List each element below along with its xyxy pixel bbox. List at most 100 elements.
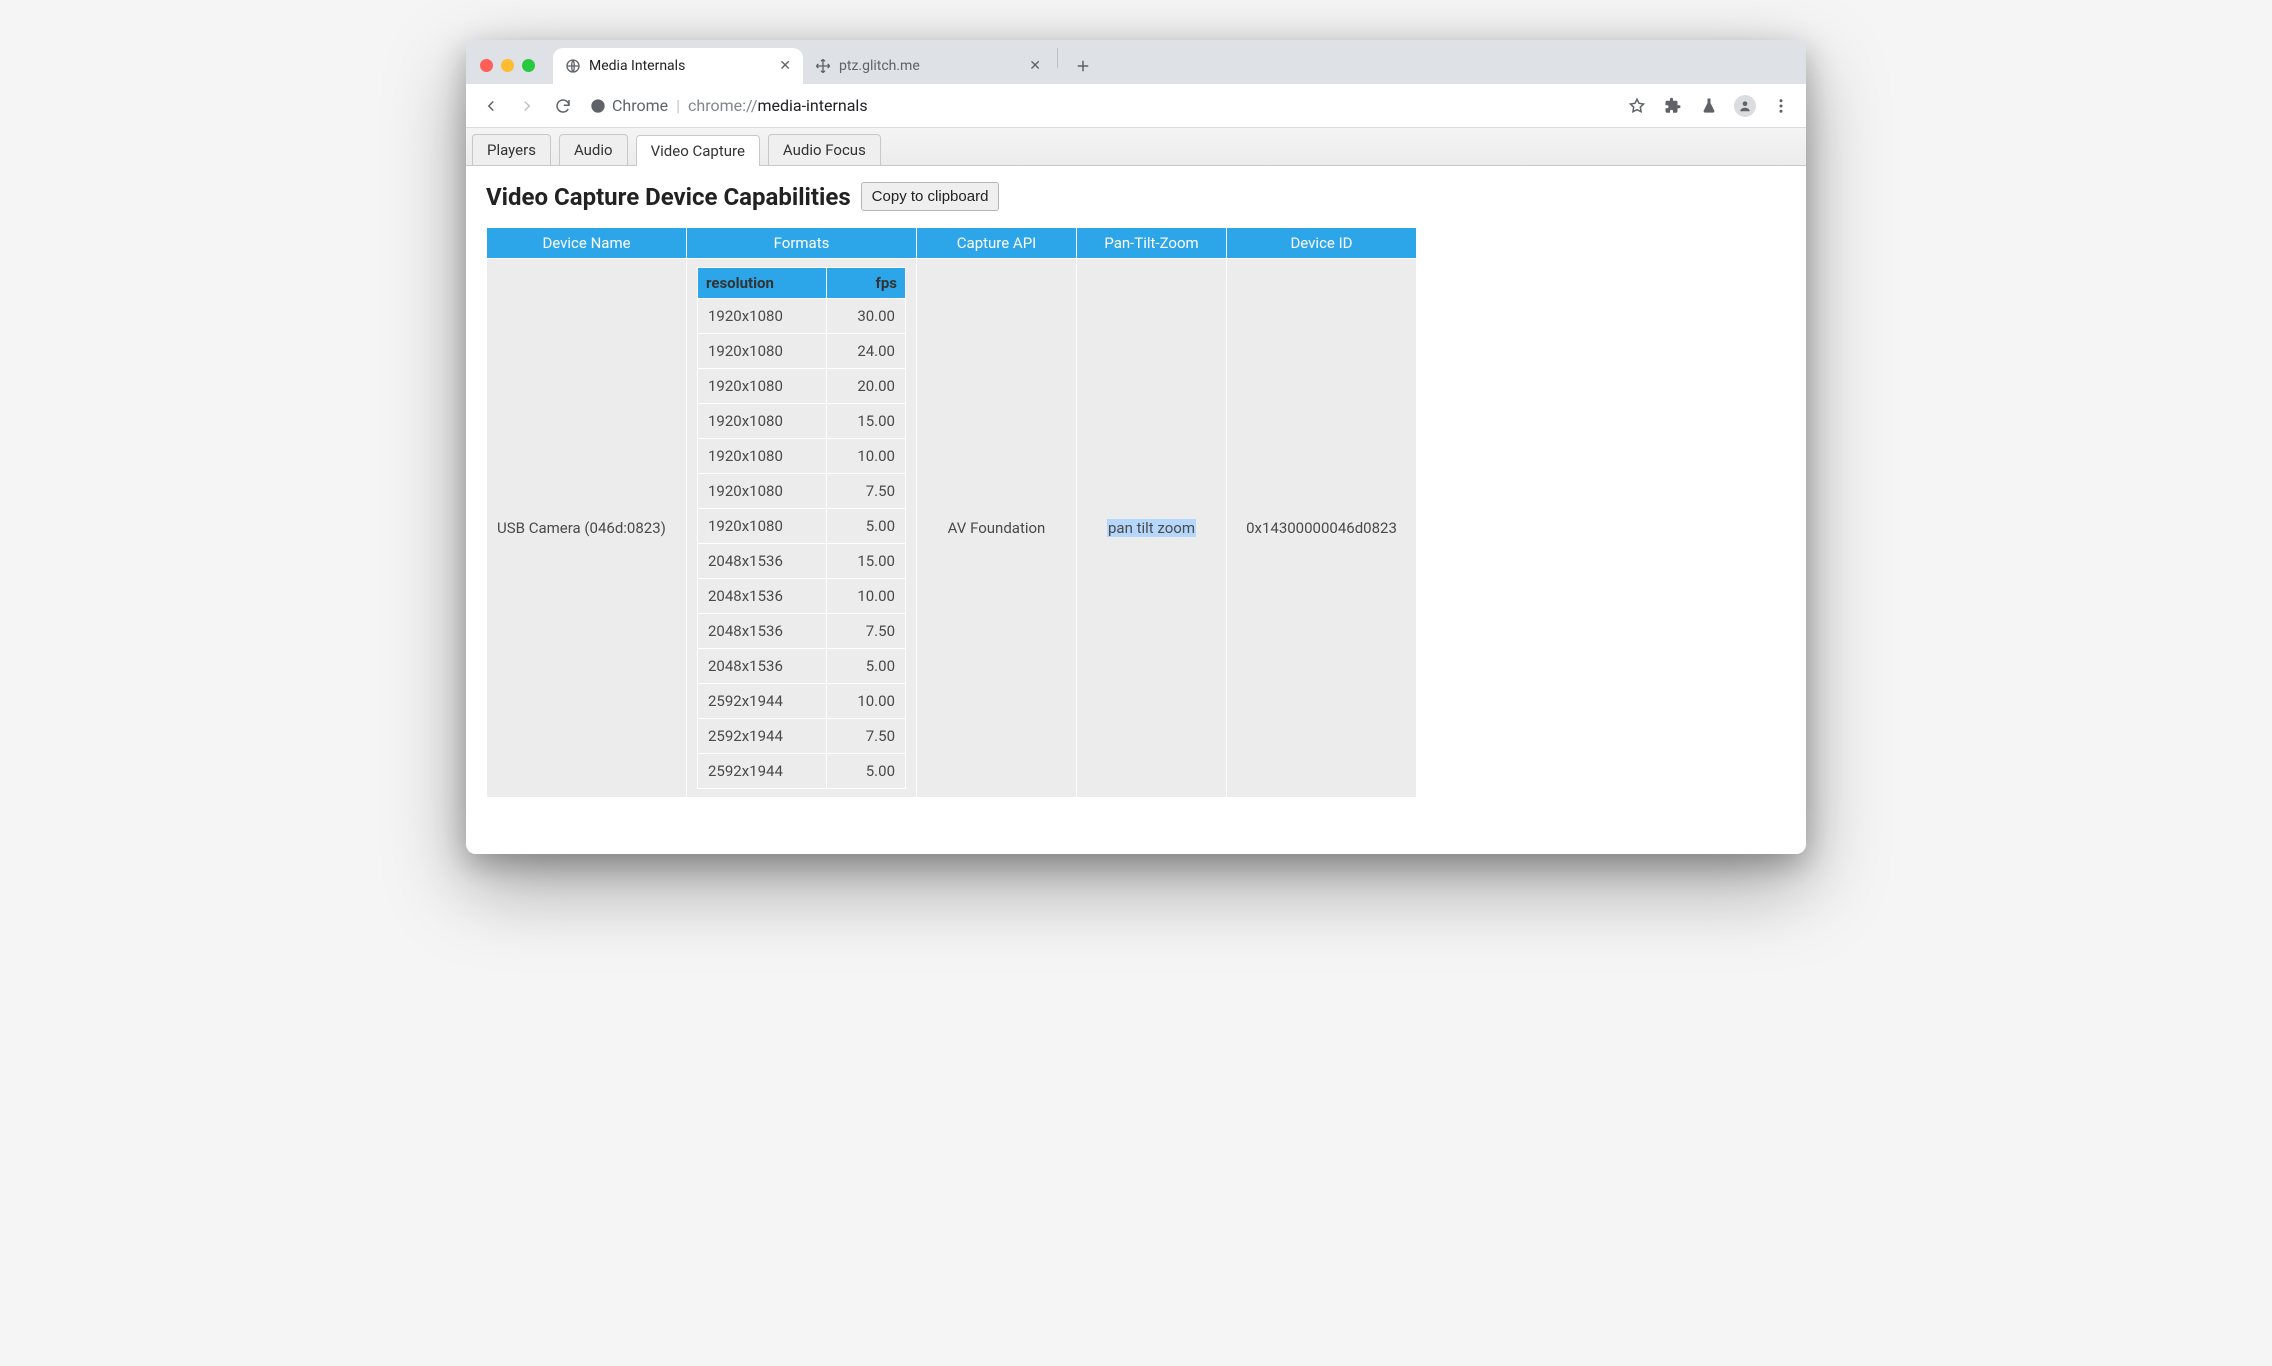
bookmark-star-icon[interactable]	[1622, 91, 1652, 121]
format-fps: 20.00	[827, 369, 906, 404]
capabilities-table: Device Name Formats Capture API Pan-Tilt…	[486, 227, 1417, 798]
formats-inner-table: resolution fps 1920x108030.001920x108024…	[697, 267, 906, 789]
format-row: 1920x108020.00	[698, 369, 906, 404]
format-fps: 10.00	[827, 579, 906, 614]
format-resolution: 1920x1080	[698, 369, 827, 404]
format-row: 2048x15365.00	[698, 649, 906, 684]
close-tab-icon[interactable]: ✕	[779, 58, 791, 74]
separator: |	[676, 96, 680, 115]
kebab-menu-icon[interactable]	[1766, 91, 1796, 121]
col-device-id[interactable]: Device ID	[1227, 228, 1417, 259]
window-controls	[480, 59, 535, 72]
tab-audio[interactable]: Audio	[559, 134, 628, 165]
format-fps: 7.50	[827, 719, 906, 754]
format-resolution: 2592x1944	[698, 719, 827, 754]
device-row: USB Camera (046d:0823) resolution fps 19…	[487, 259, 1417, 798]
page-heading: Video Capture Device Capabilities	[486, 183, 851, 211]
format-fps: 5.00	[827, 509, 906, 544]
col-formats[interactable]: Formats	[687, 228, 917, 259]
format-fps: 15.00	[827, 544, 906, 579]
format-row: 1920x108030.00	[698, 299, 906, 334]
format-row: 2592x194410.00	[698, 684, 906, 719]
tab-title: ptz.glitch.me	[839, 58, 1021, 74]
format-fps: 5.00	[827, 649, 906, 684]
format-row: 1920x10807.50	[698, 474, 906, 509]
format-fps: 10.00	[827, 684, 906, 719]
page-content: Players Audio Video Capture Audio Focus …	[466, 128, 1806, 854]
format-resolution: 2048x1536	[698, 614, 827, 649]
tab-audio-focus[interactable]: Audio Focus	[768, 134, 881, 165]
format-resolution: 1920x1080	[698, 474, 827, 509]
ptz-value-highlighted: pan tilt zoom	[1107, 519, 1196, 537]
forward-button[interactable]	[512, 91, 542, 121]
format-resolution: 2048x1536	[698, 544, 827, 579]
format-resolution: 2048x1536	[698, 649, 827, 684]
site-info-chip[interactable]: Chrome	[590, 96, 668, 115]
copy-to-clipboard-button[interactable]: Copy to clipboard	[861, 182, 1000, 211]
format-row: 2048x153610.00	[698, 579, 906, 614]
capture-api-cell: AV Foundation	[917, 259, 1077, 798]
tab-video-capture[interactable]: Video Capture	[636, 135, 760, 166]
content-area: Video Capture Device Capabilities Copy t…	[466, 166, 1806, 814]
format-resolution: 1920x1080	[698, 509, 827, 544]
format-row: 1920x10805.00	[698, 509, 906, 544]
col-capture-api[interactable]: Capture API	[917, 228, 1077, 259]
ptz-cell: pan tilt zoom	[1077, 259, 1227, 798]
back-button[interactable]	[476, 91, 506, 121]
col-ptz[interactable]: Pan-Tilt-Zoom	[1077, 228, 1227, 259]
format-row: 1920x108010.00	[698, 439, 906, 474]
format-resolution: 2592x1944	[698, 754, 827, 789]
col-device-name[interactable]: Device Name	[487, 228, 687, 259]
page-tabs: Players Audio Video Capture Audio Focus	[466, 128, 1806, 166]
globe-icon	[565, 58, 581, 74]
browser-tab-media-internals[interactable]: Media Internals ✕	[553, 48, 803, 84]
move-icon	[815, 58, 831, 74]
format-fps: 30.00	[827, 299, 906, 334]
url-scheme: chrome://	[688, 96, 757, 115]
address-bar[interactable]: Chrome | chrome://media-internals	[584, 90, 1616, 122]
tab-divider	[1057, 48, 1058, 68]
close-tab-icon[interactable]: ✕	[1029, 58, 1041, 74]
tab-strip: Media Internals ✕ ptz.glitch.me ✕	[466, 40, 1806, 84]
extensions-icon[interactable]	[1658, 91, 1688, 121]
new-tab-button[interactable]	[1068, 51, 1098, 81]
profile-button[interactable]	[1730, 91, 1760, 121]
format-row: 1920x108024.00	[698, 334, 906, 369]
formats-resolution-header: resolution	[698, 268, 827, 299]
browser-window: Media Internals ✕ ptz.glitch.me ✕	[466, 40, 1806, 854]
format-fps: 10.00	[827, 439, 906, 474]
formats-cell: resolution fps 1920x108030.001920x108024…	[687, 259, 917, 798]
format-resolution: 2592x1944	[698, 684, 827, 719]
device-id-cell: 0x14300000046d0823	[1227, 259, 1417, 798]
format-fps: 15.00	[827, 404, 906, 439]
reload-button[interactable]	[548, 91, 578, 121]
browser-tab-ptz[interactable]: ptz.glitch.me ✕	[803, 48, 1053, 84]
labs-icon[interactable]	[1694, 91, 1724, 121]
browser-toolbar: Chrome | chrome://media-internals	[466, 84, 1806, 128]
format-row: 2592x19447.50	[698, 719, 906, 754]
minimize-window-button[interactable]	[501, 59, 514, 72]
format-row: 2048x153615.00	[698, 544, 906, 579]
format-row: 1920x108015.00	[698, 404, 906, 439]
format-row: 2048x15367.50	[698, 614, 906, 649]
url-text: chrome://media-internals	[688, 96, 868, 115]
avatar-icon	[1734, 95, 1756, 117]
table-header-row: Device Name Formats Capture API Pan-Tilt…	[487, 228, 1417, 259]
tab-players[interactable]: Players	[472, 134, 551, 165]
close-window-button[interactable]	[480, 59, 493, 72]
format-fps: 7.50	[827, 614, 906, 649]
format-fps: 7.50	[827, 474, 906, 509]
maximize-window-button[interactable]	[522, 59, 535, 72]
toolbar-trailing	[1622, 91, 1796, 121]
url-path: media-internals	[757, 96, 867, 115]
heading-row: Video Capture Device Capabilities Copy t…	[486, 182, 1786, 211]
origin-label: Chrome	[612, 96, 668, 115]
formats-fps-header: fps	[827, 268, 906, 299]
tab-title: Media Internals	[589, 58, 771, 74]
format-row: 2592x19445.00	[698, 754, 906, 789]
format-resolution: 1920x1080	[698, 404, 827, 439]
format-resolution: 1920x1080	[698, 334, 827, 369]
format-fps: 24.00	[827, 334, 906, 369]
format-resolution: 1920x1080	[698, 439, 827, 474]
device-name-cell: USB Camera (046d:0823)	[487, 259, 687, 798]
